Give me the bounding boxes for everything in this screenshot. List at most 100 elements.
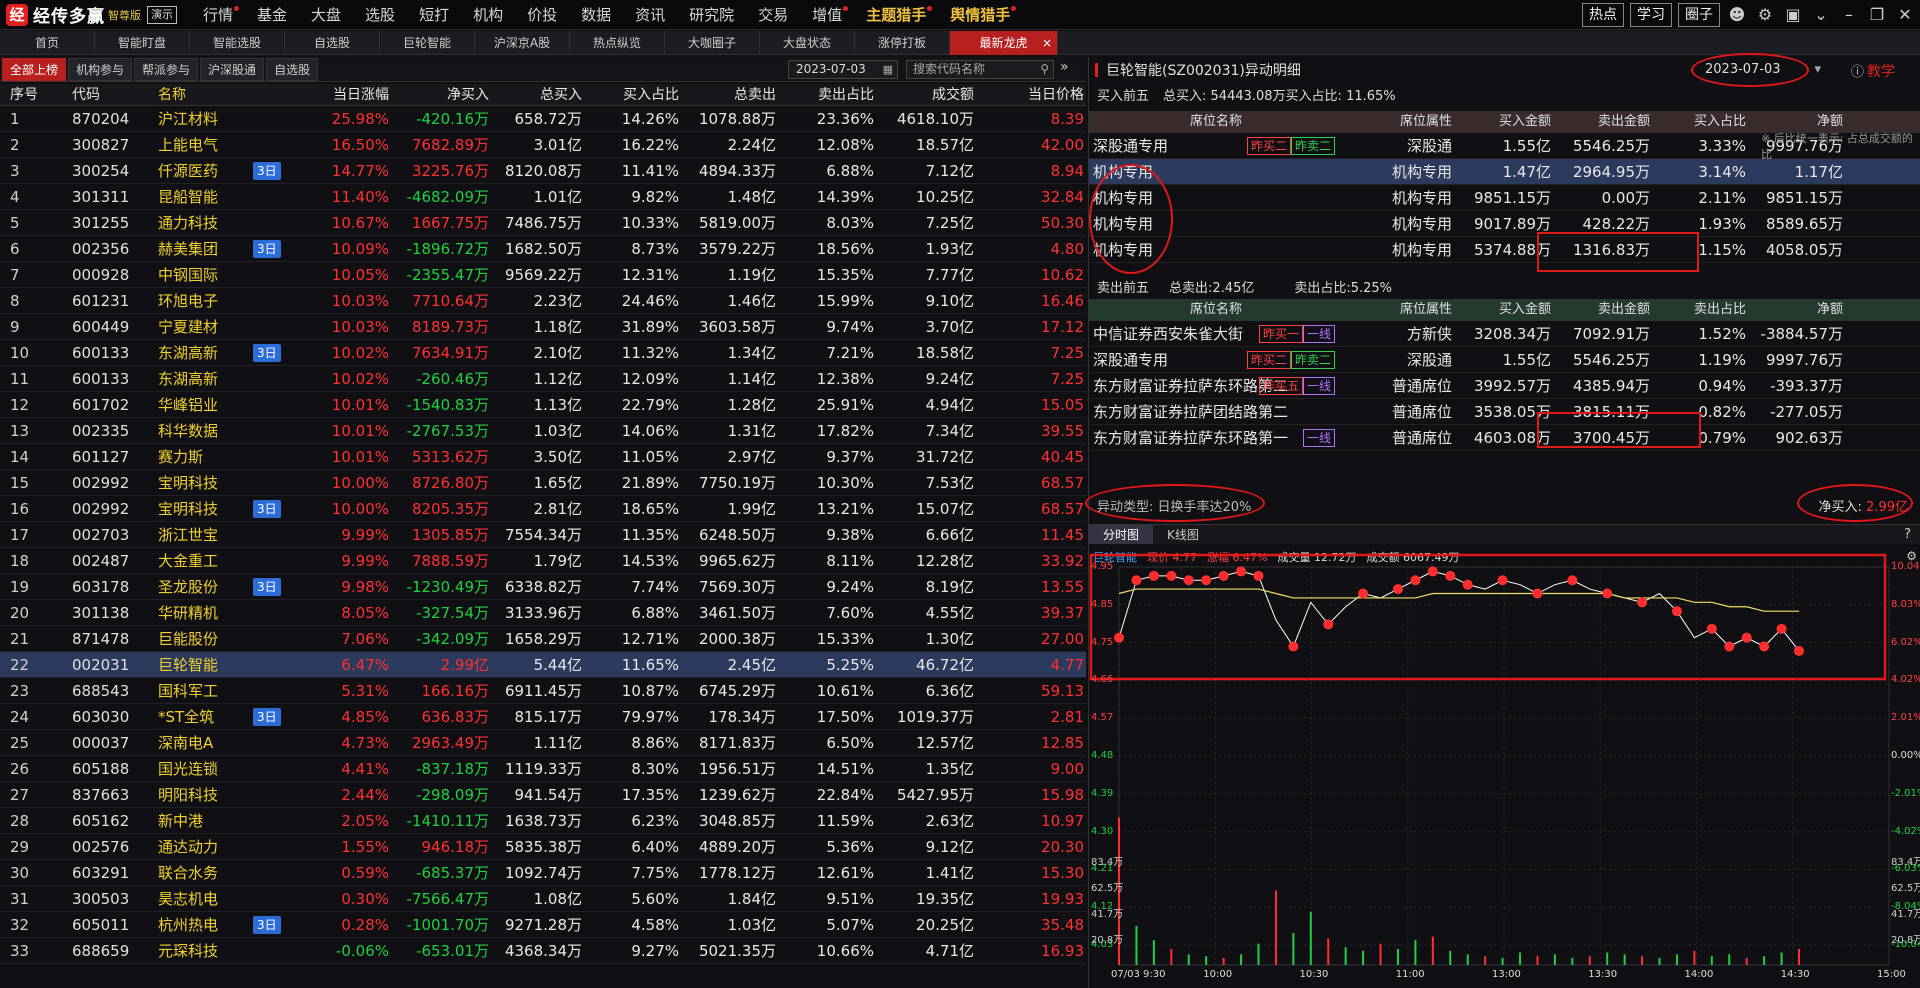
- restore-icon[interactable]: ❐: [1866, 4, 1888, 26]
- nav-item-11[interactable]: 增值: [800, 0, 854, 30]
- teach-link[interactable]: 教学: [1867, 61, 1895, 81]
- table-row[interactable]: 20 301138 华研精机 8.05% -327.54万 3133.96万 6.88% 34…: [0, 600, 1086, 626]
- table-row[interactable]: 4 301311 昆船智能 11.40% -4682.09万 1.01亿 9.82% 1.48…: [0, 184, 1086, 210]
- search-input[interactable]: 搜索代码名称 ⚲: [906, 60, 1054, 79]
- table-row[interactable]: 19 603178 圣龙股份 3日 9.98% -1230.49万 6338.82万 7.74…: [0, 574, 1086, 600]
- nav-item-13[interactable]: 舆情猎手: [938, 0, 1022, 30]
- table-row[interactable]: 22 002031 巨轮智能 6.47% 2.99亿 5.44亿 11.65% 2.45亿 5.…: [0, 652, 1086, 678]
- tab-0[interactable]: 首页: [0, 31, 95, 55]
- table-row[interactable]: 1 870204 沪江材料 25.98% -420.16万 658.72万 14.26% 10…: [0, 106, 1086, 132]
- table-row[interactable]: 15 002992 宝明科技 10.00% 8726.80万 1.65亿 21.89% 775…: [0, 470, 1086, 496]
- tab-6[interactable]: 热点纵览: [570, 31, 665, 55]
- nav-item-5[interactable]: 机构: [461, 0, 515, 30]
- table-row[interactable]: 5 301255 通力科技 10.67% 1667.75万 7486.75万 10.33% 5…: [0, 210, 1086, 236]
- minimize-icon[interactable]: –: [1838, 4, 1860, 26]
- close-icon[interactable]: ×: [1042, 31, 1052, 55]
- table-row[interactable]: 27 837663 明阳科技 2.44% -298.09万 941.54万 17.35% 12…: [0, 782, 1086, 808]
- calendar-icon[interactable]: ▦: [883, 61, 893, 78]
- nav-item-6[interactable]: 价投: [515, 0, 569, 30]
- nav-item-0[interactable]: 行情: [191, 0, 245, 30]
- table-row[interactable]: 30 603291 联合水务 0.59% -685.37万 1092.74万 7.75% 17…: [0, 860, 1086, 886]
- seat-row[interactable]: 机构专用 机构专用 9017.89万 428.22万 1.93% 8589.65万: [1089, 211, 1920, 237]
- circle-button[interactable]: 圈子: [1678, 3, 1720, 27]
- table-row[interactable]: 12 601702 华峰铝业 10.01% -1540.83万 1.13亿 22.79% 1.…: [0, 392, 1086, 418]
- table-row[interactable]: 6 002356 赫美集团 3日 10.09% -1896.72万 1682.50万 8.73…: [0, 236, 1086, 262]
- table-row[interactable]: 24 603030 *ST全筑 3日 4.85% 636.83万 815.17万 79.97%…: [0, 704, 1086, 730]
- table-row[interactable]: 16 002992 宝明科技 3日 10.00% 8205.35万 2.81亿 18.65% 1…: [0, 496, 1086, 522]
- table-row[interactable]: 14 601127 赛力斯 10.01% 5313.62万 3.50亿 11.05% 2.97…: [0, 444, 1086, 470]
- table-row[interactable]: 2 300827 上能电气 16.50% 7682.89万 3.01亿 16.22% 2.24…: [0, 132, 1086, 158]
- table-row[interactable]: 3 300254 仟源医药 3日 14.77% 3225.76万 8120.08万 11.41…: [0, 158, 1086, 184]
- column-header[interactable]: 买入占比: [586, 84, 683, 105]
- seat-row[interactable]: 机构专用 机构专用 5374.88万 1316.83万 1.15% 4058.05万: [1089, 237, 1920, 263]
- tab-kline[interactable]: K线图: [1153, 525, 1213, 544]
- table-row[interactable]: 23 688543 国科军工 5.31% 166.16万 6911.45万 10.87% 67…: [0, 678, 1086, 704]
- table-row[interactable]: 25 000037 深南电A 4.73% 2963.49万 1.11亿 8.86% 8171.…: [0, 730, 1086, 756]
- window-icon[interactable]: ▣: [1782, 4, 1804, 26]
- tab-10[interactable]: 最新龙虎 ×: [950, 31, 1058, 55]
- seat-row[interactable]: 东方财富证券拉萨东环路第一 一线 普通席位 4603.08万 3700.45万 0.79%…: [1089, 425, 1920, 451]
- seat-row[interactable]: 机构专用 机构专用 9851.15万 0.00万 2.11% 9851.15万: [1089, 185, 1920, 211]
- table-row[interactable]: 8 601231 环旭电子 10.03% 7710.64万 2.23亿 24.46% 1.46…: [0, 288, 1086, 314]
- nav-item-8[interactable]: 资讯: [623, 0, 677, 30]
- column-header[interactable]: 代码: [48, 84, 148, 105]
- table-row[interactable]: 29 002576 通达动力 1.55% 946.18万 5835.38万 6.40% 488…: [0, 834, 1086, 860]
- gear-icon[interactable]: ⚙: [1754, 4, 1776, 26]
- column-header[interactable]: 总买入: [493, 84, 586, 105]
- column-header[interactable]: 卖出占比: [780, 84, 878, 105]
- help-icon[interactable]: ?: [1904, 527, 1911, 542]
- nav-item-2[interactable]: 大盘: [299, 0, 353, 30]
- table-row[interactable]: 18 002487 大金重工 9.99% 7888.59万 1.79亿 14.53% 9965…: [0, 548, 1086, 574]
- nav-item-12[interactable]: 主题猎手: [854, 0, 938, 30]
- user-icon[interactable]: ☻: [1726, 4, 1748, 26]
- help-icon[interactable]: ⓘ: [1851, 61, 1864, 80]
- seat-row[interactable]: 深股通专用 昨卖二 昨买二 深股通 1.55亿 5546.25万 1.19% 9997.76万: [1089, 347, 1920, 373]
- tab-7[interactable]: 大咖圈子: [665, 31, 760, 55]
- subtab-1[interactable]: 机构参与: [68, 57, 133, 81]
- subtab-2[interactable]: 帮派参与: [134, 57, 199, 81]
- tab-4[interactable]: 巨轮智能: [380, 31, 475, 55]
- seat-row[interactable]: 东方财富证券拉萨团结路第二 普通席位 3538.05万 3815.11万 0.82% -2…: [1089, 399, 1920, 425]
- hot-button[interactable]: 热点: [1582, 3, 1624, 27]
- subtab-4[interactable]: 自选股: [266, 57, 319, 81]
- table-row[interactable]: 11 600133 东湖高新 10.02% -260.46万 1.12亿 12.09% 1.1…: [0, 366, 1086, 392]
- nav-item-1[interactable]: 基金: [245, 0, 299, 30]
- nav-item-3[interactable]: 选股: [353, 0, 407, 30]
- subtab-3[interactable]: 沪深股通: [200, 57, 265, 81]
- table-row[interactable]: 32 605011 杭州热电 3日 0.28% -1001.70万 9271.28万 4.58…: [0, 912, 1086, 938]
- column-header[interactable]: 成交额: [878, 84, 978, 105]
- column-header[interactable]: 总卖出: [683, 84, 780, 105]
- table-row[interactable]: 17 002703 浙江世宝 9.99% 1305.85万 7554.34万 11.35% 6…: [0, 522, 1086, 548]
- tab-9[interactable]: 涨停打板: [855, 31, 950, 55]
- table-row[interactable]: 28 605162 新中港 2.05% -1410.11万 1638.73万 6.23% 30…: [0, 808, 1086, 834]
- table-row[interactable]: 13 002335 科华数据 10.01% -2767.53万 1.03亿 14.06% 1.…: [0, 418, 1086, 444]
- study-button[interactable]: 学习: [1630, 3, 1672, 27]
- close-icon[interactable]: ✕: [1894, 4, 1916, 26]
- column-header[interactable]: 当日涨幅: [295, 84, 395, 105]
- tab-8[interactable]: 大盘状态: [760, 31, 855, 55]
- seat-row[interactable]: 机构专用 机构专用 1.47亿 2964.95万 3.14% 1.17亿: [1089, 159, 1920, 185]
- tab-3[interactable]: 自选股: [285, 31, 380, 55]
- tab-2[interactable]: 智能选股: [190, 31, 285, 55]
- table-row[interactable]: 26 605188 国光连锁 4.41% -837.18万 1119.33万 8.30% 19…: [0, 756, 1086, 782]
- table-row[interactable]: 21 871478 巨能股份 7.06% -342.09万 1658.29万 12.71% 2…: [0, 626, 1086, 652]
- tab-1[interactable]: 智能盯盘: [95, 31, 190, 55]
- nav-item-7[interactable]: 数据: [569, 0, 623, 30]
- date-picker[interactable]: 2023-07-03 ▦: [788, 60, 898, 79]
- table-row[interactable]: 31 300503 昊志机电 0.30% -7566.47万 1.08亿 5.60% 1.84…: [0, 886, 1086, 912]
- seat-row[interactable]: 中信证券西安朱雀大街 一线 昨买一 方新侠 3208.34万 7092.91万 1.52% -…: [1089, 321, 1920, 347]
- column-header[interactable]: 名称: [148, 84, 295, 105]
- tab-5[interactable]: 沪深京A股: [475, 31, 570, 55]
- table-row[interactable]: 9 600449 宁夏建材 10.03% 8189.73万 1.18亿 31.89% 3603…: [0, 314, 1086, 340]
- column-header[interactable]: 当日价格: [978, 84, 1086, 105]
- subtab-0[interactable]: 全部上榜: [2, 57, 67, 81]
- nav-item-10[interactable]: 交易: [746, 0, 800, 30]
- column-header[interactable]: 净买入: [395, 84, 493, 105]
- double-chevron-right-icon[interactable]: »: [1060, 59, 1069, 75]
- table-row[interactable]: 10 600133 东湖高新 3日 10.02% 7634.91万 2.10亿 11.32% 1…: [0, 340, 1086, 366]
- column-header[interactable]: 序号: [0, 84, 48, 105]
- tab-intraday[interactable]: 分时图: [1089, 525, 1154, 544]
- search-icon[interactable]: ⚲: [1040, 61, 1049, 78]
- nav-item-9[interactable]: 研究院: [677, 0, 746, 30]
- seat-row[interactable]: 东方财富证券拉萨东环路第二 一线 昨买五 普通席位 3992.57万 4385.94万 0.…: [1089, 373, 1920, 399]
